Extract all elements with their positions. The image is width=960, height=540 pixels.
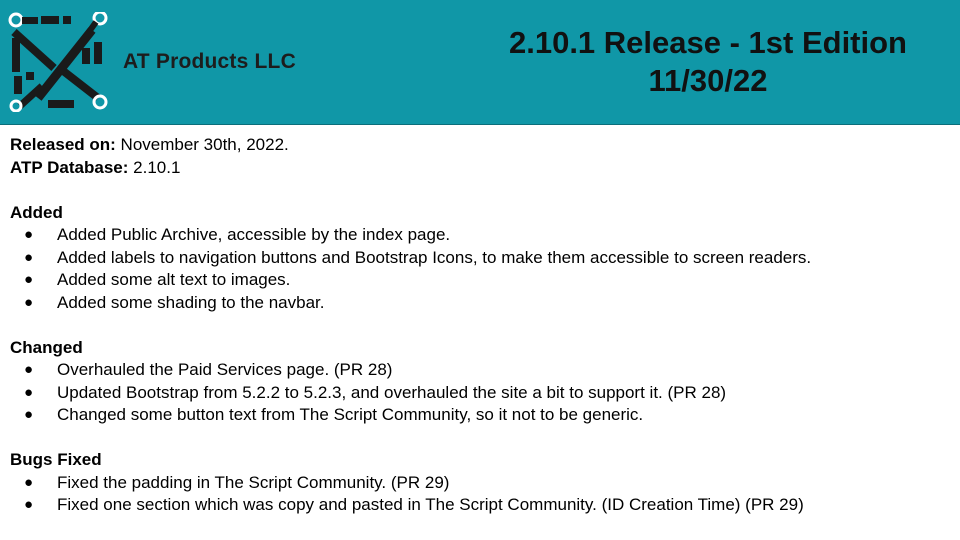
list-item: ● Added labels to navigation buttons and … [10,247,950,270]
database-value: 2.10.1 [128,157,181,177]
list-item: ● Updated Bootstrap from 5.2.2 to 5.2.3, … [10,382,950,405]
slide-title: 2.10.1 Release - 1st Edition 11/30/22 [470,24,946,100]
list-item: ● Changed some button text from The Scrip… [10,404,950,427]
added-list: ● Added Public Archive, accessible by the… [10,224,950,314]
release-notes-body: Released on: November 30th, 2022. ATP Da… [10,134,950,517]
bullet-icon: ● [24,473,34,491]
list-item: ● Added some alt text to images. [10,269,950,292]
bullet-icon: ● [24,496,34,513]
circuit-logo-icon [8,12,108,112]
slide-header: AT Products LLC 2.10.1 Release - 1st Edi… [0,0,960,125]
list-item: ● Added some shading to the navbar. [10,292,950,315]
bullet-icon: ● [24,293,34,311]
bullet-icon: ● [24,406,34,423]
section-heading-added: Added [10,202,63,222]
bullet-icon: ● [24,248,34,266]
bullet-icon: ● [24,361,34,378]
list-item: ● Fixed the padding in The Script Communi… [10,472,950,495]
title-line-release: 2.10.1 Release - 1st Edition [508,25,907,60]
list-item: ● Overhauled the Paid Services page. (PR … [10,359,950,382]
section-heading-bugs-fixed: Bugs Fixed [10,450,102,469]
list-item: ● Added Public Archive, accessible by the… [10,224,950,247]
title-line-date: 11/30/22 [648,63,768,98]
bugs-fixed-list: ● Fixed the padding in The Script Communi… [10,472,950,517]
bullet-icon: ● [24,226,34,243]
database-label: ATP Database: [10,157,129,177]
released-on-line: Released on: November 30th, 2022. [10,134,950,157]
database-version-line: ATP Database: 2.10.1 [10,157,950,180]
bullet-icon: ● [24,271,34,288]
released-on-label: Released on: [10,135,116,154]
company-name: AT Products LLC [123,50,296,73]
section-heading-changed: Changed [10,337,83,357]
changed-list: ● Overhauled the Paid Services page. (PR … [10,359,950,427]
list-item: ● Fixed one section which was copy and pa… [10,494,950,517]
bullet-icon: ● [24,383,34,401]
released-on-value: November 30th, 2022. [115,135,289,154]
